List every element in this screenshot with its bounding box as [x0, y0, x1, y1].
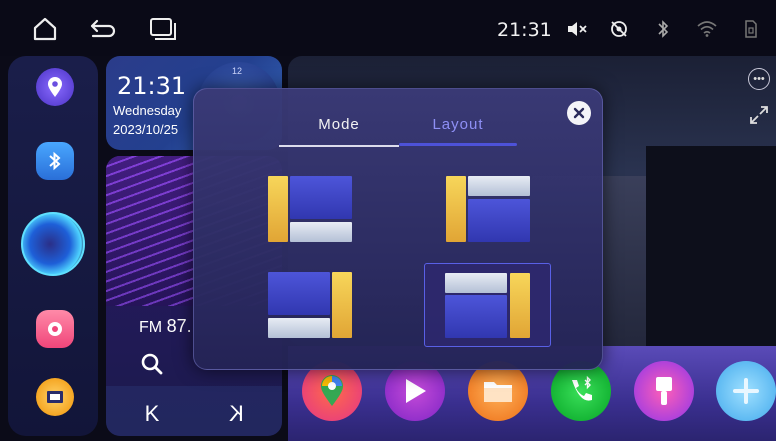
widget-day: Wednesday	[113, 103, 182, 118]
sim-icon	[736, 14, 766, 44]
layout-option-2[interactable]	[444, 173, 571, 257]
files-icon[interactable]	[468, 361, 528, 421]
volume-muted-icon[interactable]	[562, 14, 592, 44]
layout-block-yellow	[268, 176, 288, 242]
close-icon	[573, 107, 585, 119]
layout-block-yellow	[332, 272, 352, 338]
previous-icon: K	[144, 401, 160, 426]
camera-icon[interactable]	[36, 310, 74, 348]
layout-block-white	[290, 222, 352, 242]
bluetooth-icon	[648, 14, 678, 44]
layout-block-white	[268, 318, 330, 338]
back-icon[interactable]	[88, 14, 118, 44]
tab-mode[interactable]: Mode	[279, 116, 399, 133]
layout-option-3[interactable]	[266, 269, 393, 353]
left-dock	[8, 56, 98, 436]
widget-date: 2023/10/25	[113, 122, 179, 137]
layout-block-blue	[468, 199, 530, 242]
layout-dialog: Mode Layout	[193, 88, 603, 370]
layout-block-blue	[268, 272, 330, 315]
home-icon[interactable]	[30, 14, 60, 44]
app-drawer-icon[interactable]	[36, 378, 74, 416]
dark-area	[646, 146, 776, 346]
dial-mark: 12	[232, 66, 243, 76]
layout-block-yellow	[510, 273, 530, 338]
more-options-icon[interactable]: •••	[748, 68, 770, 90]
google-maps-icon[interactable]	[302, 361, 362, 421]
widget-time: 21:31	[117, 72, 187, 100]
bluetooth-phone-app-icon[interactable]	[551, 361, 611, 421]
search-icon[interactable]	[132, 344, 172, 384]
tab-layout[interactable]: Layout	[398, 116, 518, 133]
layout-option-4-selected[interactable]	[424, 263, 551, 347]
radio-frequency: FM 87.	[139, 316, 192, 337]
next-icon: K	[228, 401, 244, 426]
previous-button[interactable]: K	[132, 394, 172, 434]
layout-block-white	[468, 176, 530, 196]
paint-icon[interactable]	[634, 361, 694, 421]
next-button[interactable]: K	[216, 394, 256, 434]
layout-block-blue	[290, 176, 352, 219]
radio-band: FM	[139, 319, 163, 336]
add-app-icon[interactable]	[716, 361, 776, 421]
layout-block-yellow	[446, 176, 466, 242]
status-clock: 21:31	[497, 19, 552, 41]
layout-option-1[interactable]	[266, 173, 393, 257]
expand-icon[interactable]	[748, 104, 770, 131]
layout-block-white	[445, 273, 507, 293]
no-signal-icon	[604, 14, 634, 44]
navigation-icon[interactable]	[36, 68, 74, 106]
bluetooth-phone-icon[interactable]	[36, 142, 74, 180]
recent-apps-icon[interactable]	[148, 14, 178, 44]
close-button[interactable]	[567, 101, 591, 125]
play-store-icon[interactable]	[385, 361, 445, 421]
radio-freq-value: 87.	[166, 316, 192, 336]
status-bar: 21:31	[0, 0, 776, 56]
wifi-icon	[692, 14, 722, 44]
voice-assistant-icon[interactable]	[21, 212, 85, 276]
tab-divider	[279, 145, 399, 147]
tab-active-indicator	[399, 143, 517, 146]
layout-block-blue	[445, 295, 507, 338]
